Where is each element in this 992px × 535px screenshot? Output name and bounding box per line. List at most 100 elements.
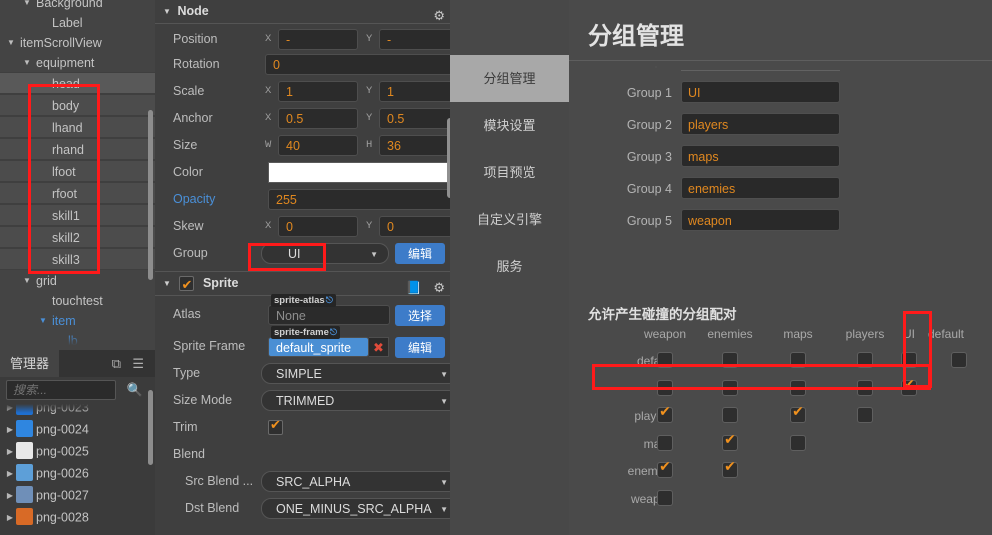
color-swatch[interactable] <box>268 162 455 183</box>
twisty-right-icon[interactable]: ▶ <box>4 485 16 507</box>
twisty-down-icon[interactable]: ▼ <box>6 33 16 53</box>
group-name-input[interactable]: enemies <box>681 177 840 199</box>
matrix-checkbox[interactable] <box>722 379 738 396</box>
matrix-checkbox[interactable] <box>722 407 738 423</box>
matrix-checkbox[interactable] <box>657 379 673 396</box>
matrix-checkbox[interactable] <box>722 352 738 368</box>
chevron-down-icon[interactable]: ▼ <box>370 244 378 265</box>
matrix-checkbox[interactable] <box>857 352 873 368</box>
group-edit-button[interactable]: 编辑 <box>395 243 445 264</box>
matrix-checkbox[interactable] <box>657 434 673 451</box>
twisty-down-icon[interactable]: ▼ <box>22 0 32 13</box>
matrix-checkbox[interactable] <box>722 431 738 451</box>
chevron-down-icon[interactable]: ▼ <box>440 499 448 520</box>
type-select[interactable]: SIMPLE ▼ <box>261 363 455 384</box>
tree-item-equipment[interactable]: ▼ equipment <box>0 52 155 72</box>
matrix-checkbox[interactable] <box>790 352 806 368</box>
matrix-checkbox[interactable] <box>790 434 806 451</box>
position-x-input[interactable]: - <box>278 29 358 50</box>
chevron-down-icon[interactable]: ▼ <box>440 391 448 412</box>
asset-list[interactable]: ▶png-0023▶png-0024▶png-0025▶png-0026▶png… <box>0 403 155 535</box>
skew-y-input[interactable]: 0 <box>379 216 455 237</box>
matrix-checkbox[interactable] <box>901 376 917 396</box>
tree-item-itemscrollview[interactable]: ▼ itemScrollView <box>0 32 155 52</box>
matrix-checkbox[interactable] <box>790 403 806 423</box>
opacity-input[interactable]: 255 <box>268 189 455 210</box>
trim-checkbox[interactable] <box>268 417 283 435</box>
matrix-checkbox[interactable] <box>657 403 673 423</box>
tree-item-rfoot[interactable]: ▼rfoot <box>0 182 155 204</box>
twisty-down-icon[interactable]: ▼ <box>38 311 48 331</box>
sprite-enable-checkbox[interactable] <box>179 273 195 296</box>
skew-x-input[interactable]: 0 <box>278 216 358 237</box>
twisty-down-icon[interactable]: ▼ <box>22 53 32 73</box>
nav-item-4[interactable]: 自定义引擎 <box>450 196 569 243</box>
matrix-checkbox[interactable] <box>951 352 967 368</box>
tree-item-lhand[interactable]: ▼lhand <box>0 116 155 138</box>
gear-icon[interactable]: ⚙ <box>433 4 445 27</box>
twisty-right-icon[interactable]: ▶ <box>4 419 16 441</box>
twisty-right-icon[interactable]: ▶ <box>4 507 16 529</box>
section-header-sprite[interactable]: ▼ Sprite 📘 ⚙ <box>155 271 455 296</box>
chevron-down-icon[interactable]: ▼ <box>440 364 448 385</box>
anchor-x-input[interactable]: 0.5 <box>278 108 358 129</box>
group-name-input[interactable]: UI <box>681 81 840 103</box>
scale-x-input[interactable]: 1 <box>278 81 358 102</box>
scale-y-input[interactable]: 1 <box>379 81 455 102</box>
size-mode-select[interactable]: TRIMMED ▼ <box>261 390 455 411</box>
search-input[interactable] <box>6 380 116 400</box>
size-w-input[interactable]: 40 <box>278 135 358 156</box>
size-h-input[interactable]: 36 <box>379 135 455 156</box>
tree-item-item[interactable]: ▼ item <box>0 310 155 330</box>
menu-icon[interactable]: ☰ <box>132 356 144 372</box>
tree-item-head[interactable]: ▼head <box>0 72 155 94</box>
tree-item-touchtest[interactable]: ▼touchtest <box>0 290 155 310</box>
matrix-checkbox[interactable] <box>722 458 738 478</box>
sprite-frame-field[interactable]: default_sprite <box>268 337 369 357</box>
asset-item[interactable]: ▶ png-0025 <box>0 440 155 462</box>
twisty-right-icon[interactable]: ▶ <box>4 441 16 463</box>
matrix-checkbox[interactable] <box>901 352 917 368</box>
section-header-node[interactable]: ▼ Node ⚙ <box>155 0 455 24</box>
nav-item-3[interactable]: 项目预览 <box>450 149 569 196</box>
group-select[interactable]: UI ▼ <box>261 243 389 264</box>
asset-item[interactable]: ▶ png-0026 <box>0 462 155 484</box>
nav-item-2[interactable]: 模块设置 <box>450 102 569 149</box>
tree-item-background[interactable]: ▼ Background <box>0 0 155 12</box>
matrix-checkbox[interactable] <box>857 379 873 396</box>
position-y-input[interactable]: - <box>379 29 455 50</box>
popout-icon[interactable]: ⧉ <box>112 356 121 372</box>
matrix-checkbox[interactable] <box>790 379 806 396</box>
tree-item-rhand[interactable]: ▼rhand <box>0 138 155 160</box>
matrix-checkbox[interactable] <box>657 489 673 506</box>
twisty-down-icon[interactable]: ▼ <box>22 271 32 291</box>
tree-item-skill3[interactable]: ▼skill3 <box>0 248 155 270</box>
sprite-frame-edit-button[interactable]: 编辑 <box>395 337 445 358</box>
sprite-frame-clear-button[interactable]: ✖ <box>369 337 389 357</box>
tab-asset-manager[interactable]: 管理器 <box>0 350 60 377</box>
atlas-select-button[interactable]: 选择 <box>395 305 445 326</box>
nav-item-5[interactable]: 服务 <box>450 243 569 290</box>
tree-item-label[interactable]: ▼Label <box>0 12 155 32</box>
matrix-checkbox[interactable] <box>657 352 673 368</box>
anchor-y-input[interactable]: 0.5 <box>379 108 455 129</box>
tree-item-skill2[interactable]: ▼skill2 <box>0 226 155 248</box>
group-name-input[interactable]: weapon <box>681 209 840 231</box>
chevron-down-icon[interactable]: ▼ <box>163 272 174 295</box>
tree-item-grid[interactable]: ▼ grid <box>0 270 155 290</box>
rotation-input[interactable]: 0 <box>265 54 455 75</box>
tree-item-skill1[interactable]: ▼skill1 <box>0 204 155 226</box>
src-blend-select[interactable]: SRC_ALPHA ▼ <box>261 471 455 492</box>
atlas-field[interactable]: None <box>268 305 390 325</box>
group-name-input[interactable]: players <box>681 113 840 135</box>
asset-item[interactable]: ▶ png-0027 <box>0 484 155 506</box>
external-link-icon[interactable]: ⎋ <box>330 327 337 337</box>
matrix-checkbox[interactable] <box>657 458 673 478</box>
hierarchy-scrollbar[interactable] <box>148 110 153 280</box>
nav-item-1[interactable]: 分组管理 <box>450 55 569 102</box>
tree-item-lfoot[interactable]: ▼lfoot <box>0 160 155 182</box>
asset-item[interactable]: ▶ png-0028 <box>0 506 155 528</box>
chevron-down-icon[interactable]: ▼ <box>163 0 174 23</box>
search-icon[interactable]: 🔍 <box>127 382 143 398</box>
asset-list-scrollbar[interactable] <box>148 390 153 465</box>
